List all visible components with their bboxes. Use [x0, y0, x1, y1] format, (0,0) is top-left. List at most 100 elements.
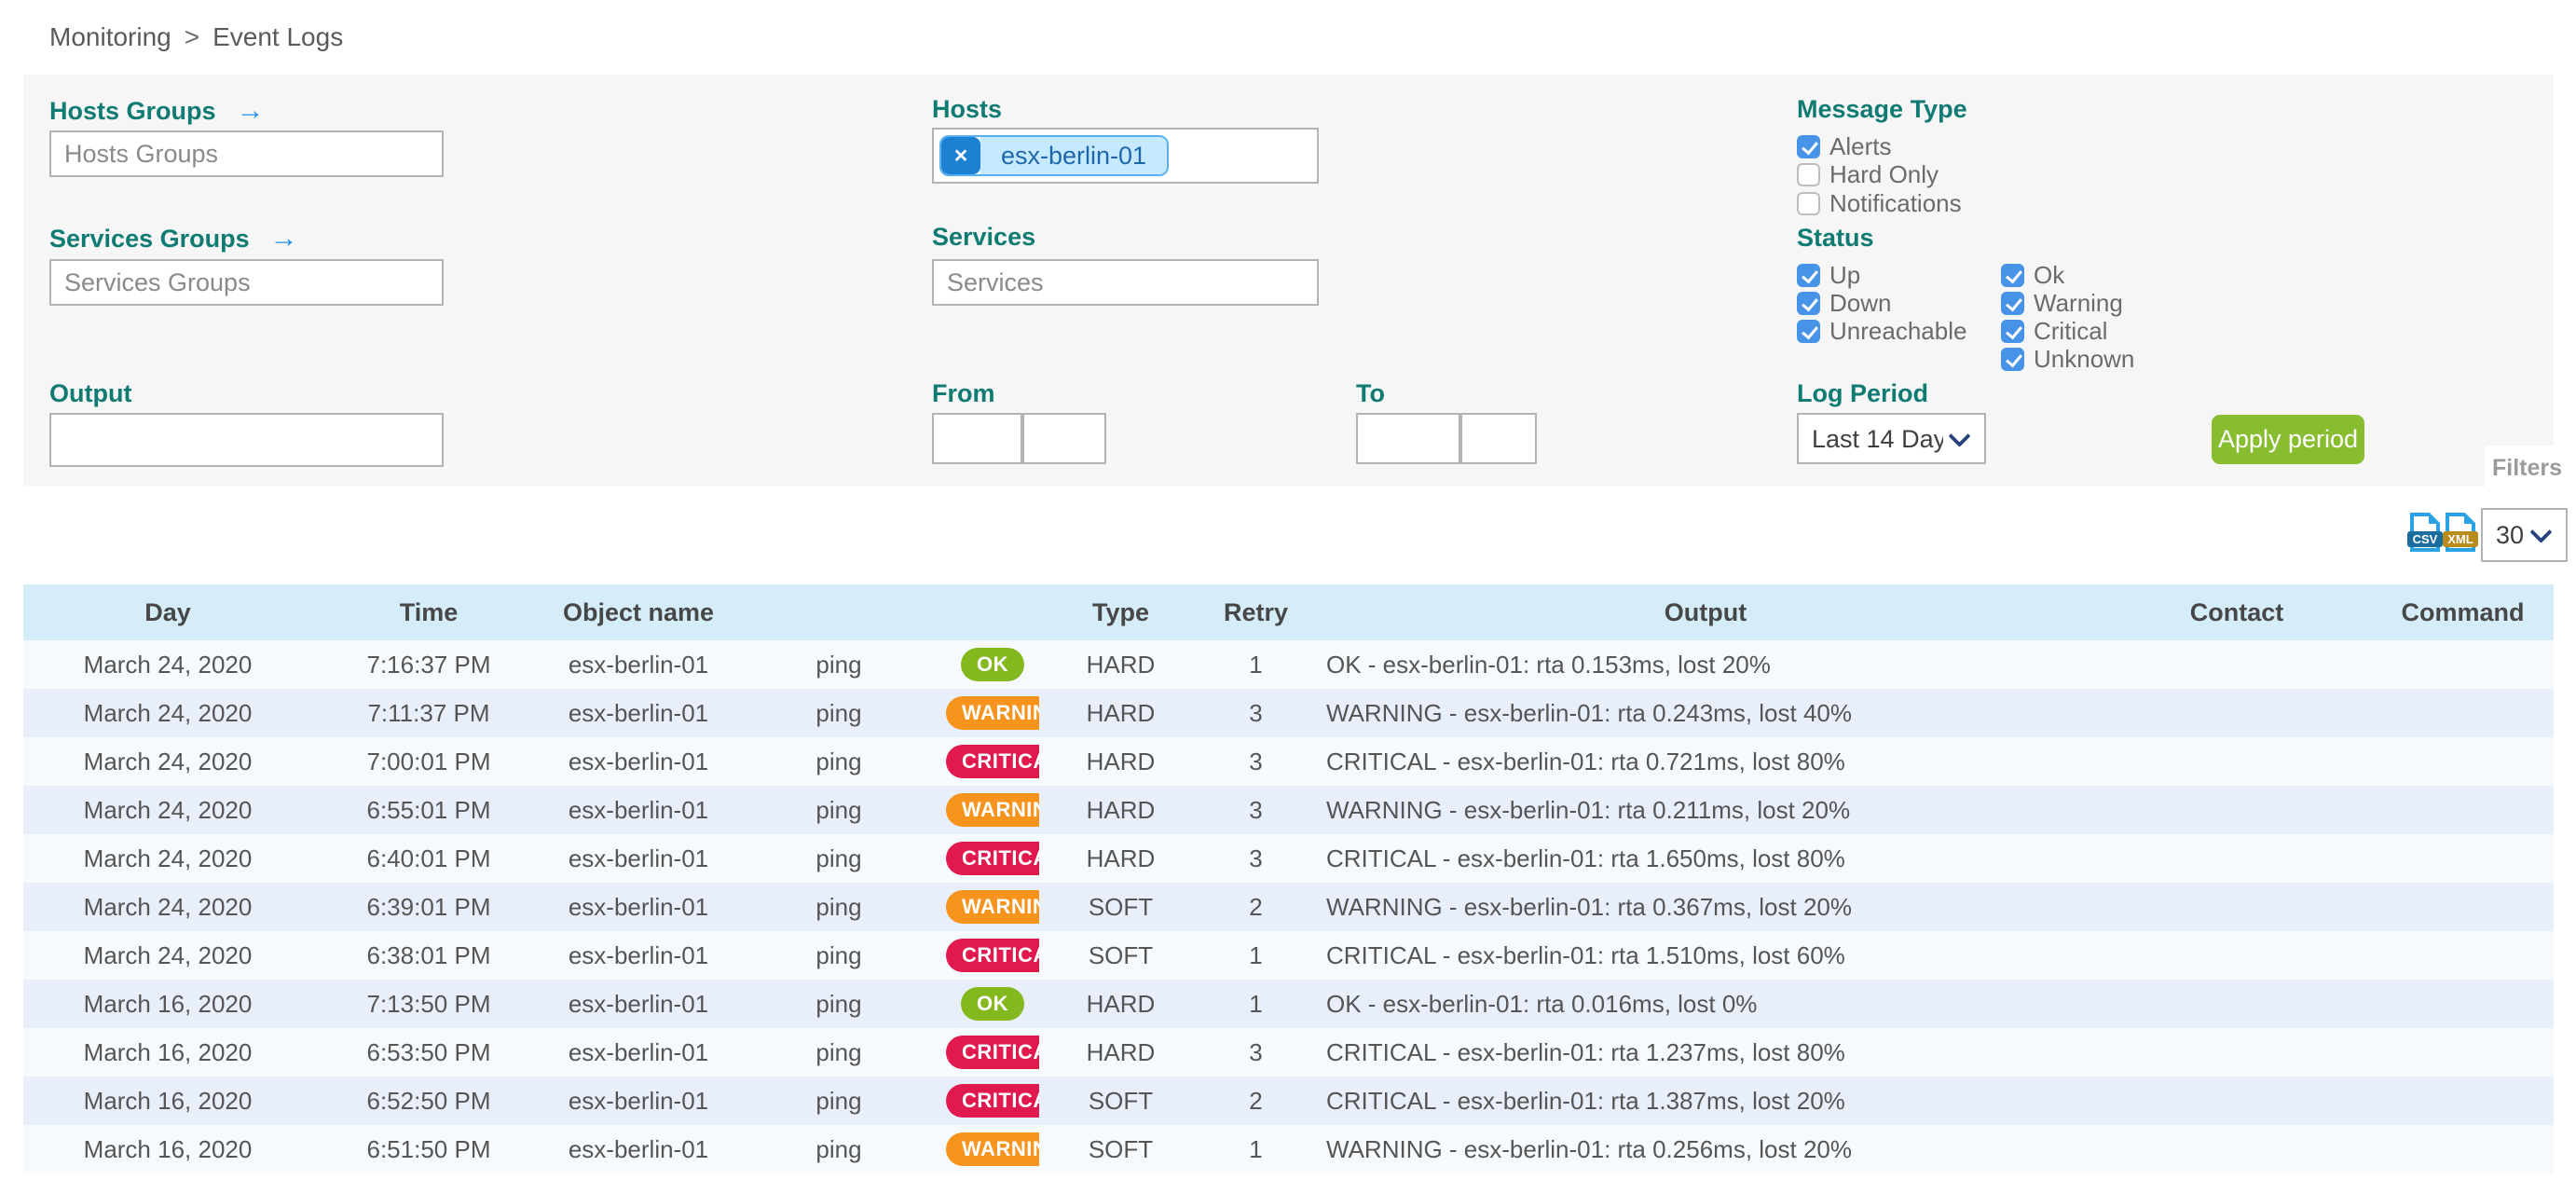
cell-command	[2372, 786, 2554, 834]
notifications-checkbox[interactable]	[1797, 192, 1820, 215]
critical-checkbox[interactable]	[2001, 320, 2024, 343]
unreachable-checkbox[interactable]	[1797, 320, 1820, 343]
cell-service: ping	[732, 931, 946, 980]
cell-output: CRITICAL - esx-berlin-01: rta 0.721ms, l…	[1309, 737, 2102, 786]
cell-status: OK	[946, 980, 1039, 1028]
checkbox-ok[interactable]: Ok	[2001, 261, 2064, 290]
from-time-input[interactable]	[1022, 413, 1106, 464]
status-badge: CRITICAL	[946, 745, 1039, 778]
services-groups-input[interactable]	[49, 259, 444, 306]
hard-only-checkbox[interactable]	[1797, 163, 1820, 186]
status-badge: CRITICAL	[946, 1036, 1039, 1069]
apply-period-button[interactable]: Apply period	[2212, 415, 2364, 464]
filter-panel: Hosts Groups→ Services Groups→ Output Ho…	[23, 75, 2554, 487]
table-row[interactable]: March 24, 2020 7:11:37 PM esx-berlin-01 …	[23, 689, 2554, 737]
cell-contact	[2102, 737, 2372, 786]
cell-command	[2372, 1077, 2554, 1125]
export-xml-icon[interactable]: XML	[2443, 512, 2478, 557]
table-row[interactable]: March 16, 2020 6:51:50 PM esx-berlin-01 …	[23, 1125, 2554, 1173]
cell-status: WARNING	[946, 786, 1039, 834]
cell-service: ping	[732, 980, 946, 1028]
cell-type: HARD	[1039, 834, 1202, 883]
cell-type: HARD	[1039, 1028, 1202, 1077]
cell-time: 6:51:50 PM	[312, 1125, 545, 1173]
table-row[interactable]: March 16, 2020 6:52:50 PM esx-berlin-01 …	[23, 1077, 2554, 1125]
export-csv-icon[interactable]: CSV	[2407, 512, 2443, 557]
hosts-groups-arrow-icon[interactable]: →	[237, 95, 265, 126]
svg-text:XML: XML	[2447, 532, 2473, 546]
to-time-input[interactable]	[1460, 413, 1537, 464]
cell-time: 6:40:01 PM	[312, 834, 545, 883]
col-header-contact: Contact	[2102, 584, 2372, 640]
col-header-type: Type	[1039, 584, 1202, 640]
table-row[interactable]: March 24, 2020 6:39:01 PM esx-berlin-01 …	[23, 883, 2554, 931]
to-date-input[interactable]	[1356, 413, 1460, 464]
checkbox-down[interactable]: Down	[1797, 289, 1891, 318]
output-filter-input[interactable]	[49, 413, 444, 467]
alerts-checkbox[interactable]	[1797, 135, 1820, 158]
cell-retry: 3	[1202, 737, 1309, 786]
warning-checkbox[interactable]	[2001, 292, 2024, 315]
cell-object-name: esx-berlin-01	[545, 883, 732, 931]
col-header-object-name: Object name	[545, 584, 732, 640]
checkbox-critical[interactable]: Critical	[2001, 317, 2107, 346]
filters-tab[interactable]: Filters	[2485, 446, 2569, 492]
table-row[interactable]: March 24, 2020 6:38:01 PM esx-berlin-01 …	[23, 931, 2554, 980]
cell-type: HARD	[1039, 980, 1202, 1028]
checkbox-warning[interactable]: Warning	[2001, 289, 2123, 318]
cell-contact	[2102, 1125, 2372, 1173]
cell-time: 6:39:01 PM	[312, 883, 545, 931]
table-row[interactable]: March 24, 2020 6:40:01 PM esx-berlin-01 …	[23, 834, 2554, 883]
from-date-input[interactable]	[932, 413, 1022, 464]
checkbox-hard-only[interactable]: Hard Only	[1797, 160, 1939, 189]
checkbox-unknown[interactable]: Unknown	[2001, 345, 2134, 374]
hosts-groups-label: Hosts Groups→	[49, 95, 265, 127]
checkbox-notifications[interactable]: Notifications	[1797, 189, 1962, 218]
col-header-retry: Retry	[1202, 584, 1309, 640]
table-row[interactable]: March 16, 2020 7:13:50 PM esx-berlin-01 …	[23, 980, 2554, 1028]
checkbox-up[interactable]: Up	[1797, 261, 1860, 290]
checkbox-unreachable[interactable]: Unreachable	[1797, 317, 1966, 346]
page-size-select[interactable]: 30	[2481, 508, 2568, 562]
checkbox-alerts[interactable]: Alerts	[1797, 132, 1891, 161]
event-log-table: Day Time Object name Type Retry Output C…	[23, 584, 2554, 1173]
breadcrumb-separator: >	[185, 22, 199, 51]
cell-status: OK	[946, 640, 1039, 689]
up-checkbox[interactable]	[1797, 264, 1820, 287]
cell-object-name: esx-berlin-01	[545, 1077, 732, 1125]
cell-object-name: esx-berlin-01	[545, 1028, 732, 1077]
cell-status: WARNING	[946, 689, 1039, 737]
cell-day: March 24, 2020	[23, 689, 312, 737]
breadcrumb-monitoring[interactable]: Monitoring	[49, 22, 171, 51]
table-row[interactable]: March 24, 2020 6:55:01 PM esx-berlin-01 …	[23, 786, 2554, 834]
table-row[interactable]: March 16, 2020 6:53:50 PM esx-berlin-01 …	[23, 1028, 2554, 1077]
services-groups-arrow-icon[interactable]: →	[270, 223, 298, 254]
table-header-row: Day Time Object name Type Retry Output C…	[23, 584, 2554, 640]
cell-retry: 1	[1202, 640, 1309, 689]
cell-retry: 3	[1202, 1028, 1309, 1077]
cell-output: CRITICAL - esx-berlin-01: rta 1.510ms, l…	[1309, 931, 2102, 980]
unknown-checkbox[interactable]	[2001, 348, 2024, 371]
hosts-input[interactable]: × esx-berlin-01	[932, 128, 1319, 184]
status-badge: CRITICAL	[946, 1084, 1039, 1118]
cell-status: CRITICAL	[946, 1077, 1039, 1125]
log-period-select[interactable]: Last 14 Days	[1797, 413, 1986, 464]
ok-checkbox[interactable]	[2001, 264, 2024, 287]
chip-remove-icon[interactable]: ×	[941, 137, 980, 174]
hosts-groups-input[interactable]	[49, 130, 444, 177]
cell-type: SOFT	[1039, 1125, 1202, 1173]
cell-time: 6:52:50 PM	[312, 1077, 545, 1125]
cell-status: WARNING	[946, 1125, 1039, 1173]
table-row[interactable]: March 24, 2020 7:16:37 PM esx-berlin-01 …	[23, 640, 2554, 689]
status-badge: WARNING	[946, 696, 1039, 730]
table-row[interactable]: March 24, 2020 7:00:01 PM esx-berlin-01 …	[23, 737, 2554, 786]
cell-object-name: esx-berlin-01	[545, 640, 732, 689]
status-badge: OK	[961, 648, 1024, 681]
services-input[interactable]	[932, 259, 1319, 306]
cell-time: 6:53:50 PM	[312, 1028, 545, 1077]
host-chip: × esx-berlin-01	[939, 135, 1169, 176]
cell-type: SOFT	[1039, 883, 1202, 931]
cell-object-name: esx-berlin-01	[545, 689, 732, 737]
host-chip-label: esx-berlin-01	[980, 137, 1167, 174]
down-checkbox[interactable]	[1797, 292, 1820, 315]
